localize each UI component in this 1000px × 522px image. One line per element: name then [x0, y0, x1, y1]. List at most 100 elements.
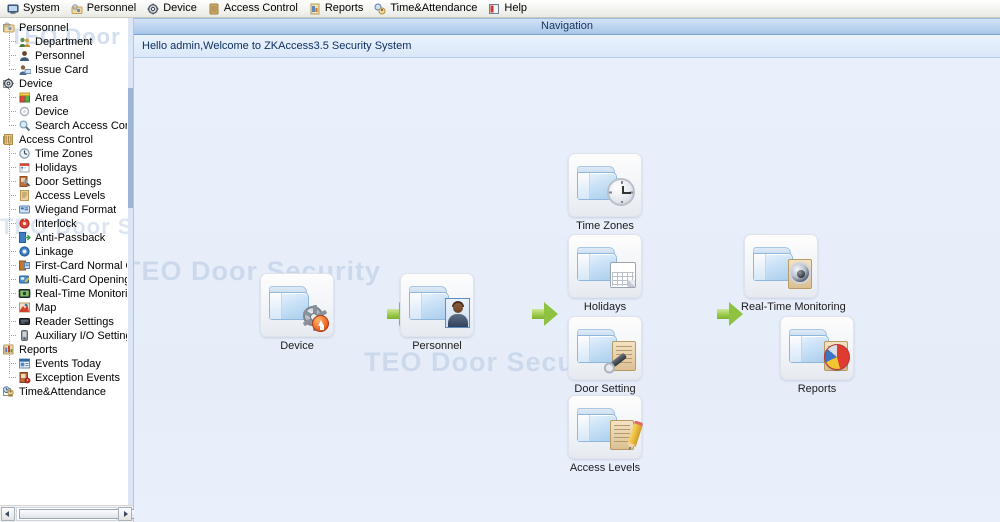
menu-label: Help	[504, 2, 528, 14]
sidebar-item-label: Time&Attendance	[19, 386, 107, 398]
tile-door-setting[interactable]: Door Setting	[565, 316, 645, 395]
tree-connector	[9, 143, 10, 346]
sidebar-item-label: Access Levels	[35, 190, 106, 202]
report-icon	[309, 3, 321, 15]
time-attendance-icon	[2, 385, 16, 399]
welcome-bar: Hello admin,Welcome to ZKAccess3.5 Secur…	[134, 35, 1000, 58]
sidebar-item-label: Device	[35, 106, 69, 118]
folder-gear-upload-icon	[260, 273, 334, 337]
tile-label: Door Setting	[574, 383, 636, 395]
sidebar-item-label: Events Today	[35, 358, 101, 370]
person-icon	[18, 49, 32, 63]
tile-real-time-monitoring[interactable]: Real-Time Monitoring	[741, 234, 846, 313]
sidebar-item-device[interactable]: Device	[0, 105, 127, 119]
scroll-right-button[interactable]	[118, 507, 132, 521]
person-portrait-icon	[445, 298, 470, 328]
sidebar-item-time-attendance[interactable]: Time&Attendance	[0, 385, 127, 399]
tile-access-levels[interactable]: Access Levels	[565, 395, 645, 474]
sidebar-item-label: Map	[35, 302, 57, 314]
tree-connector	[9, 293, 16, 294]
sidebar-item-personnel[interactable]: Personnel	[0, 21, 127, 35]
sidebar-item-label: Personnel	[19, 22, 69, 34]
menu-item-help[interactable]: Help	[485, 1, 535, 16]
sidebar-vertical-scrollbar[interactable]	[128, 18, 133, 522]
menu-item-reports[interactable]: Reports	[306, 1, 372, 16]
sidebar-item-label: Time Zones	[35, 148, 93, 160]
tile-holidays[interactable]: Holidays	[565, 234, 645, 313]
holidays-icon	[18, 161, 32, 175]
navigation-tree[interactable]: TEO Door Security TEO Door Security Pers…	[0, 18, 133, 505]
sidebar-item-access-levels[interactable]: Access Levels	[0, 189, 127, 203]
issue-card-icon	[18, 63, 32, 77]
tree-connector	[9, 153, 16, 154]
sidebar-item-label: Multi-Card Opening	[35, 274, 127, 286]
tree-connector	[9, 69, 16, 70]
sidebar-item-anti-passback[interactable]: Anti-Passback	[0, 231, 127, 245]
sidebar-item-personnel[interactable]: Personnel	[0, 49, 127, 63]
sidebar-item-reports[interactable]: Reports	[0, 343, 127, 357]
sidebar-item-search-access-contro[interactable]: Search Access Contro	[0, 119, 127, 133]
sidebar-item-time-zones[interactable]: Time Zones	[0, 147, 127, 161]
sidebar-item-device[interactable]: Device	[0, 77, 127, 91]
sidebar-item-area[interactable]: Area	[0, 91, 127, 105]
sidebar-item-linkage[interactable]: Linkage	[0, 245, 127, 259]
tile-time-zones[interactable]: Time Zones	[565, 153, 645, 232]
anti-passback-icon	[18, 231, 32, 245]
auxiliary-io-icon	[18, 329, 32, 343]
map-icon	[18, 301, 32, 315]
sidebar-item-wiegand-format[interactable]: Wiegand Format	[0, 203, 127, 217]
tile-label: Holidays	[583, 301, 627, 313]
sidebar-item-multi-card-opening[interactable]: Multi-Card Opening	[0, 273, 127, 287]
sidebar-item-label: Device	[19, 78, 53, 90]
sidebar-item-issue-card[interactable]: Issue Card	[0, 63, 127, 77]
monitor-icon	[7, 3, 19, 15]
sidebar: TEO Door Security TEO Door Security Pers…	[0, 18, 259, 522]
menu-item-device[interactable]: Device	[144, 1, 205, 16]
upload-badge-icon	[312, 315, 329, 332]
tile-reports[interactable]: Reports	[777, 316, 857, 395]
wiegand-icon	[18, 203, 32, 217]
camera-lens-icon	[789, 262, 811, 284]
scroll-track[interactable]	[16, 507, 259, 521]
sidebar-item-auxiliary-i-o-settings[interactable]: Auxiliary I/O Settings	[0, 329, 127, 343]
tile-personnel[interactable]: Personnel	[397, 273, 477, 352]
menu-item-personnel[interactable]: Personnel	[68, 1, 145, 16]
tree-connector	[9, 55, 16, 56]
tree-connector	[9, 31, 10, 66]
scrollbar-thumb[interactable]	[128, 88, 133, 208]
menu-label: Personnel	[86, 2, 137, 14]
help-book-icon	[488, 3, 500, 15]
sidebar-item-department[interactable]: Department	[0, 35, 127, 49]
menu-item-access-control[interactable]: Access Control	[205, 1, 306, 16]
sidebar-item-label: Real-Time Monitoring	[35, 288, 127, 300]
calendar-icon	[610, 262, 636, 288]
arrow-right-icon	[532, 302, 558, 326]
folder-wrench-icon	[568, 316, 642, 380]
sidebar-item-interlock[interactable]: Interlock	[0, 217, 127, 231]
tree-connector	[9, 97, 16, 98]
sidebar-horizontal-scrollbar[interactable]	[0, 505, 259, 522]
first-card-icon	[18, 259, 32, 273]
sidebar-item-access-control[interactable]: Access Control	[0, 133, 127, 147]
menu-item-time-attendance[interactable]: Time&Attendance	[371, 1, 485, 16]
application-window: System Personnel Device Access Control R…	[0, 0, 1000, 522]
sidebar-item-label: First-Card Normal Op	[35, 260, 127, 272]
sidebar-item-label: Wiegand Format	[35, 204, 117, 216]
tree-connector	[9, 251, 16, 252]
menu-item-system[interactable]: System	[4, 1, 68, 16]
sidebar-item-exception-events[interactable]: Exception Events	[0, 371, 127, 385]
sidebar-item-reader-settings[interactable]: Reader Settings	[0, 315, 127, 329]
page-title: Navigation	[541, 20, 593, 32]
sidebar-item-events-today[interactable]: Events Today	[0, 357, 127, 371]
sidebar-item-holidays[interactable]: Holidays	[0, 161, 127, 175]
tile-device[interactable]: Device	[257, 273, 337, 352]
sidebar-item-first-card-normal-op[interactable]: First-Card Normal Op	[0, 259, 127, 273]
sidebar-item-map[interactable]: Map	[0, 301, 127, 315]
menu-label: Device	[163, 2, 197, 14]
sidebar-item-real-time-monitoring[interactable]: Real-Time Monitoring	[0, 287, 127, 301]
linkage-icon	[18, 245, 32, 259]
sidebar-item-label: Issue Card	[35, 64, 89, 76]
scroll-left-button[interactable]	[1, 507, 15, 521]
tree-connector	[9, 41, 16, 42]
sidebar-item-door-settings[interactable]: Door Settings	[0, 175, 127, 189]
